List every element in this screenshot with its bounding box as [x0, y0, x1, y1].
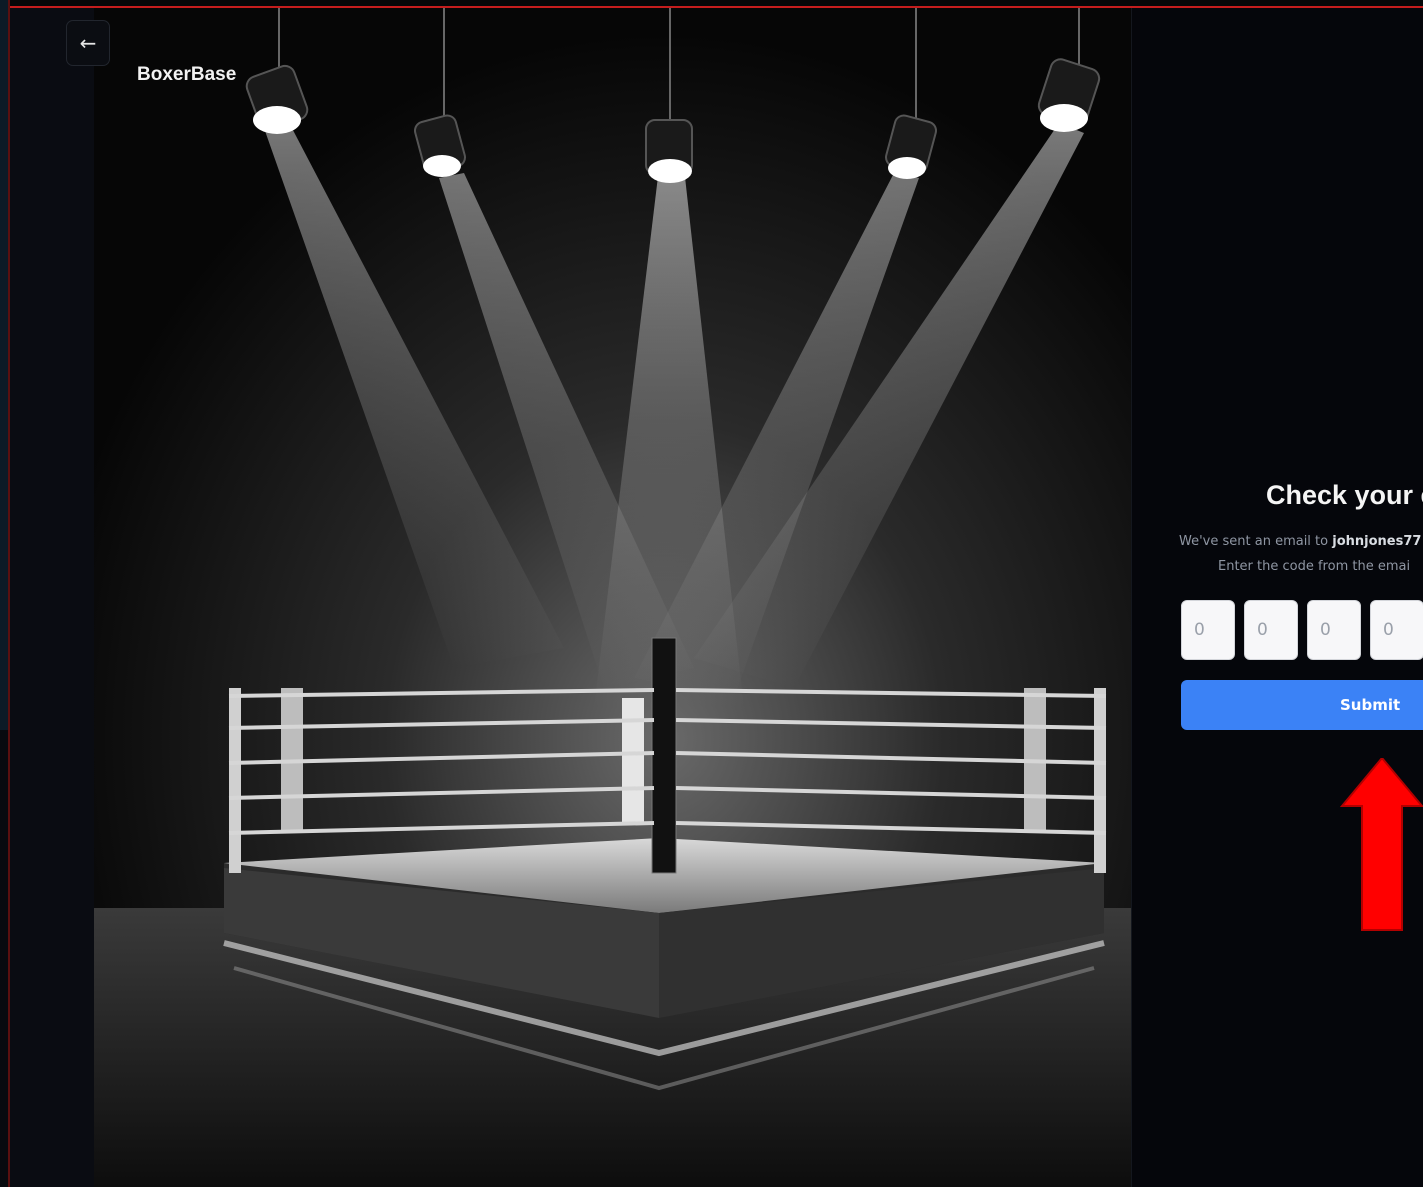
code-digit-input-3[interactable]: 0	[1307, 600, 1361, 660]
recipient-email: johnjones77	[1332, 534, 1422, 549]
boxing-ring-hero-image	[94, 8, 1131, 1187]
arrow-left-icon: ←	[79, 31, 97, 55]
left-gutter	[10, 8, 94, 1187]
code-digit-placeholder: 0	[1194, 620, 1205, 640]
code-digit-input-4[interactable]: 0	[1370, 600, 1423, 660]
code-digit-input-1[interactable]: 0	[1181, 600, 1235, 660]
screen: ← BoxerBase Check your er We've sent an …	[0, 0, 1423, 1187]
code-digit-placeholder: 0	[1257, 620, 1268, 640]
window-top-border	[0, 0, 1423, 8]
enter-code-instruction: Enter the code from the emai	[1218, 559, 1411, 574]
submit-button[interactable]: Submit	[1181, 680, 1423, 730]
verify-email-panel: Check your er We've sent an email to joh…	[1131, 8, 1423, 1187]
sent-email-notice: We've sent an email to johnjones77	[1179, 534, 1421, 549]
sent-email-prefix: We've sent an email to	[1179, 534, 1333, 549]
code-digit-input-2[interactable]: 0	[1244, 600, 1298, 660]
code-digit-placeholder: 0	[1320, 620, 1331, 640]
submit-button-label: Submit	[1340, 696, 1401, 714]
back-button[interactable]: ←	[66, 20, 110, 66]
red-arrow-up-icon	[1340, 758, 1423, 931]
window-left-edge	[0, 0, 10, 1187]
code-digit-placeholder: 0	[1383, 620, 1394, 640]
left-edge-shadow	[0, 730, 8, 1187]
boxing-ring-illustration	[94, 8, 1131, 1187]
page-title: Check your er	[1266, 480, 1423, 510]
brand-logo-text: BoxerBase	[137, 64, 237, 85]
